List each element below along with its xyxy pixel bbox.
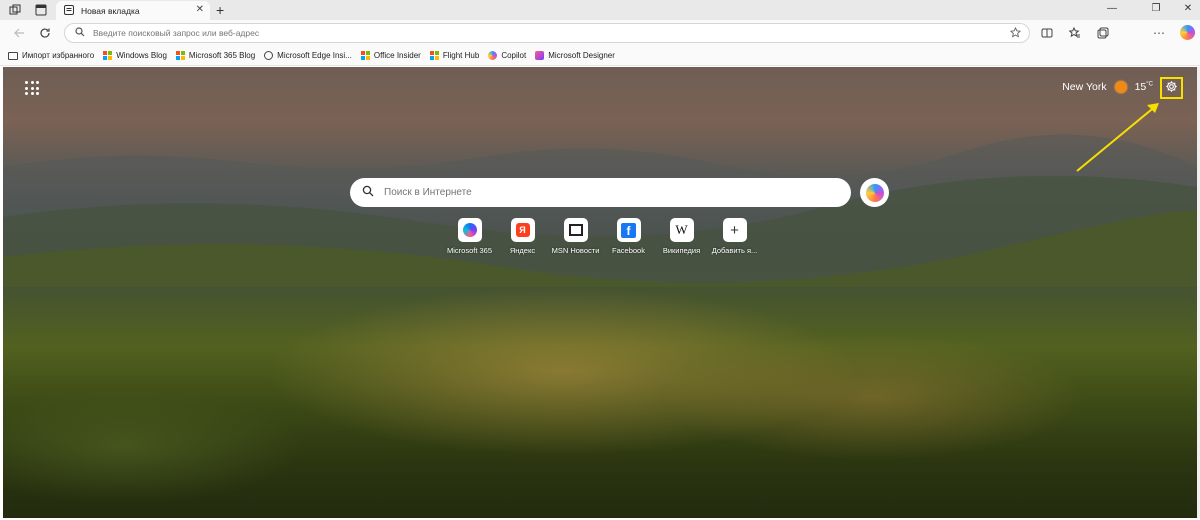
microsoft-logo-icon (429, 51, 439, 60)
microsoft-logo-icon (175, 51, 185, 60)
folder-icon (8, 51, 18, 60)
quick-link-msn-news[interactable]: MSN Новости (549, 218, 602, 255)
close-window-icon[interactable]: ✕ (1180, 3, 1196, 14)
apps-launcher-icon[interactable] (25, 81, 39, 95)
sun-icon (1114, 81, 1127, 93)
yandex-icon: Я (515, 223, 530, 237)
facebook-icon: f (621, 222, 636, 238)
quick-link-microsoft-365[interactable]: Microsoft 365 (443, 218, 496, 255)
globe-icon (264, 51, 274, 60)
favorite-item[interactable]: Microsoft Edge Insi... (264, 51, 352, 60)
favorite-item[interactable]: Flight Hub (429, 51, 479, 60)
address-bar[interactable] (64, 23, 1030, 43)
weather-temperature: 15°C (1134, 81, 1153, 93)
microsoft-logo-icon (360, 51, 370, 60)
workspaces-icon[interactable] (8, 3, 22, 17)
restore-icon[interactable]: ❐ (1148, 3, 1164, 14)
tab-strip: Новая вкладка ✕ + — ❐ ✕ (0, 0, 1200, 20)
microsoft-365-icon (462, 223, 477, 237)
plus-icon: + (730, 221, 739, 239)
favorite-item[interactable]: Copilot (488, 51, 526, 60)
microsoft-logo-icon (103, 51, 113, 60)
quick-link-facebook[interactable]: f Facebook (602, 218, 655, 255)
quick-links: Microsoft 365 Я Яндекс MSN Новости f Fac… (443, 218, 761, 255)
quick-link-yandex[interactable]: Я Яндекс (496, 218, 549, 255)
minimize-icon[interactable]: — (1104, 3, 1120, 14)
toolbar: ⋯ (0, 20, 1200, 46)
favorite-item[interactable]: Microsoft Designer (535, 51, 615, 60)
search-icon (75, 26, 85, 40)
copilot-button[interactable] (860, 178, 889, 207)
gear-icon (1165, 80, 1178, 96)
copilot-icon (488, 51, 498, 60)
weather-city: New York (1062, 81, 1107, 93)
back-icon[interactable] (12, 26, 26, 40)
close-tab-icon[interactable]: ✕ (196, 4, 204, 15)
new-tab-page-icon (64, 4, 74, 18)
new-tab-button[interactable]: + (216, 2, 224, 18)
split-screen-icon[interactable] (1040, 26, 1054, 40)
favorite-item[interactable]: Windows Blog (103, 51, 167, 60)
favorites-icon[interactable] (1068, 26, 1082, 40)
refresh-icon[interactable] (38, 26, 52, 40)
wikipedia-icon: W (675, 222, 688, 237)
search-input[interactable] (384, 187, 824, 198)
weather-widget[interactable]: New York 15°C (1062, 81, 1153, 93)
copilot-icon (865, 183, 884, 202)
new-tab-page: New York 15°C Microsoft 365 Я Яндекс MSN… (3, 67, 1197, 518)
tab-actions-icon[interactable] (34, 3, 48, 17)
tab-title: Новая вкладка (81, 5, 140, 16)
collections-icon[interactable] (1096, 26, 1110, 40)
favorite-item[interactable]: Office Insider (360, 51, 421, 60)
designer-icon (535, 51, 545, 60)
favorites-bar: Импорт избранного Windows Blog Microsoft… (0, 46, 1200, 66)
news-icon (568, 224, 583, 236)
highlight-arrow (1076, 103, 1159, 172)
add-favorite-star-icon[interactable] (1009, 26, 1022, 41)
copilot-sidebar-icon[interactable] (1180, 25, 1195, 40)
tab-new-tab[interactable]: Новая вкладка ✕ (56, 1, 210, 20)
favorite-item[interactable]: Microsoft 365 Blog (175, 51, 255, 60)
search-icon (362, 185, 374, 200)
add-shortcut-button[interactable]: + Добавить я... (708, 218, 761, 255)
favorite-item[interactable]: Импорт избранного (8, 51, 94, 60)
quick-link-wikipedia[interactable]: W Википедия (655, 218, 708, 255)
web-search-box[interactable] (350, 178, 851, 207)
address-input[interactable] (93, 28, 973, 38)
background-hills (3, 134, 1197, 287)
more-menu-icon[interactable]: ⋯ (1152, 26, 1166, 40)
